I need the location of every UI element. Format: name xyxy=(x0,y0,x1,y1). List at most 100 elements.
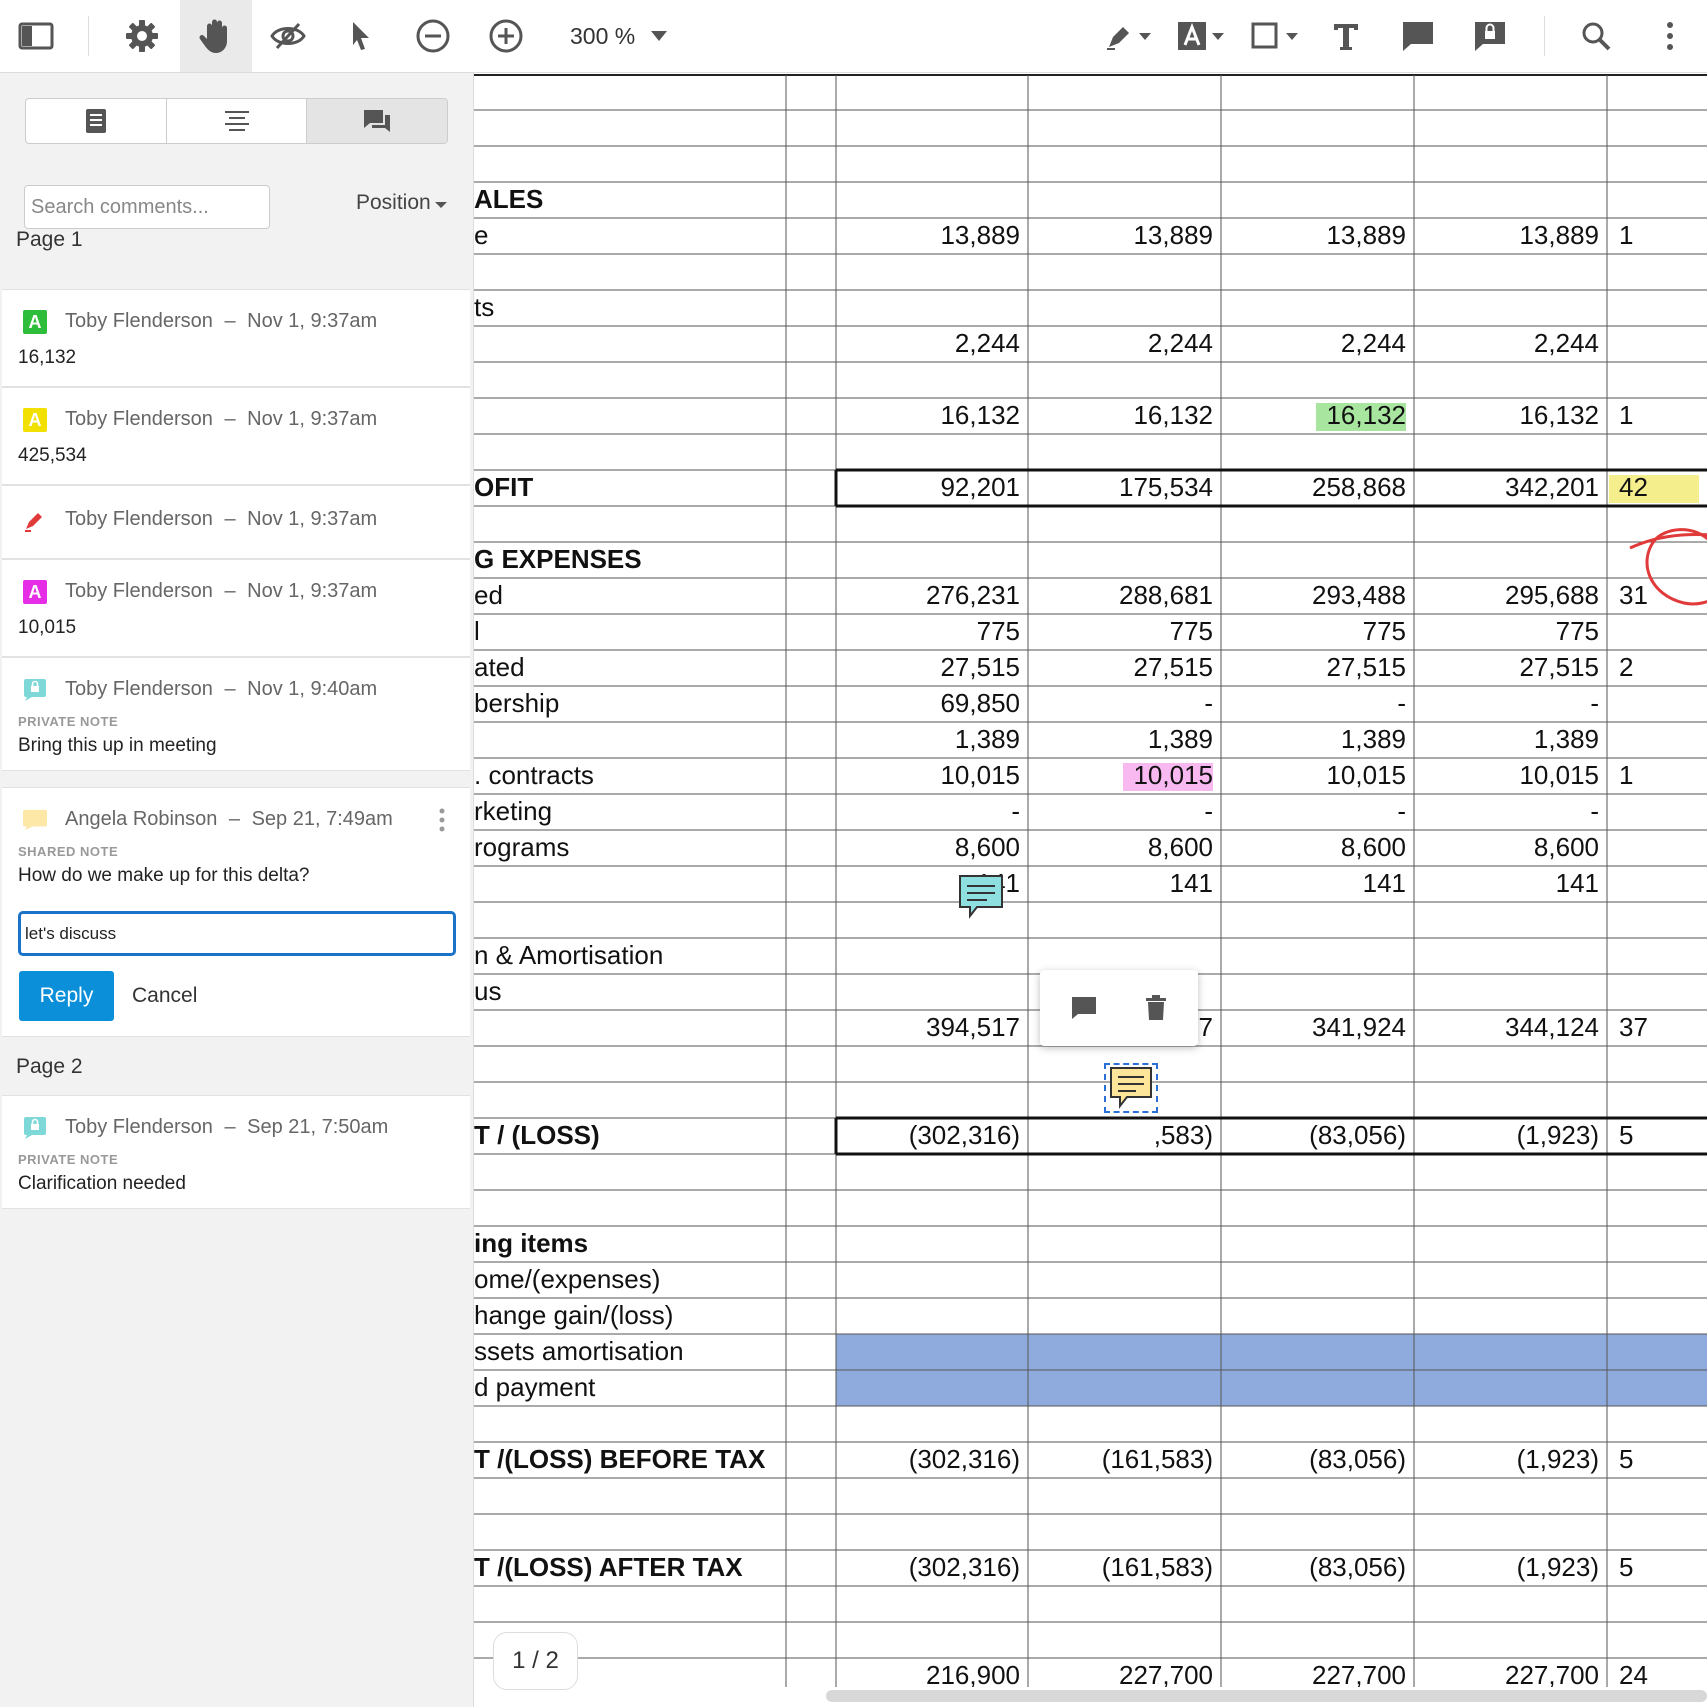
private-note-icon xyxy=(1475,22,1505,51)
cell-value: 341,924 xyxy=(1312,1012,1406,1042)
blue-fill-cell xyxy=(836,1334,1707,1370)
row-label: . contracts xyxy=(474,760,594,790)
document-viewport[interactable]: ALES e 13,889 13,889 13,889 13,889 1 ts 2,244 2,2… xyxy=(474,73,1707,1687)
cell-value: - xyxy=(1590,688,1599,718)
meta-separator: – xyxy=(228,808,241,830)
trash-icon xyxy=(1146,995,1166,1020)
thumbnails-icon xyxy=(85,109,106,133)
row-label: G EXPENSES xyxy=(474,544,642,574)
pen-icon xyxy=(1107,27,1151,50)
zoom-dropdown[interactable]: 300 % xyxy=(570,0,669,72)
spreadsheet-page: ALES e 13,889 13,889 13,889 13,889 1 ts 2,244 2,2… xyxy=(474,73,1707,1687)
tab-thumbnails[interactable] xyxy=(26,99,167,143)
cell-value: 16,132 xyxy=(1519,400,1599,430)
zoom-out-icon xyxy=(416,19,450,53)
sidebar-tabs xyxy=(25,98,448,144)
more-options-button[interactable] xyxy=(1640,0,1700,72)
cell-value: 10,015 xyxy=(1519,760,1599,790)
comment-author: Toby Flenderson xyxy=(65,678,213,700)
comment-card[interactable]: Toby Flenderson – Nov 1, 9:37am xyxy=(2,485,470,559)
ink-circle-annotation[interactable] xyxy=(1624,503,1707,613)
cell-value: 227,700 xyxy=(1505,1660,1599,1687)
text-highlight-button[interactable] xyxy=(1172,0,1232,72)
cell-value: 16,132 xyxy=(1326,400,1406,430)
cell-value: 13,889 xyxy=(1519,220,1599,250)
row-label: ed xyxy=(474,580,503,610)
annotation-popup xyxy=(1040,970,1198,1046)
active-comment-card[interactable]: Angela Robinson – Sep 21, 7:49am SHARED … xyxy=(2,787,470,1037)
zoom-in-button[interactable] xyxy=(470,0,542,72)
row-label: rketing xyxy=(474,796,553,826)
search-button[interactable] xyxy=(1566,0,1626,72)
comment-author: Angela Robinson xyxy=(65,808,218,830)
gear-icon xyxy=(126,20,158,52)
row-label: ssets amortisation xyxy=(474,1336,684,1366)
horizontal-scrollbar[interactable] xyxy=(826,1690,1707,1702)
note-annotation-icon[interactable] xyxy=(957,873,1005,921)
cell-value-partial: 5 xyxy=(1619,1444,1634,1474)
tab-comments[interactable] xyxy=(307,99,447,143)
search-comments-input[interactable] xyxy=(24,185,270,229)
text-tool-button[interactable] xyxy=(1316,0,1376,72)
comment-text: 16,132 xyxy=(18,347,77,368)
row-label: bership xyxy=(474,688,560,718)
cell-value: 775 xyxy=(1169,616,1213,646)
comment-text: Bring this up in meeting xyxy=(18,735,217,756)
cell-value: 2,244 xyxy=(1340,328,1406,358)
shared-note-annotation-icon[interactable] xyxy=(1108,1065,1154,1111)
comment-meta: Toby Flenderson – Nov 1, 9:37am xyxy=(65,310,377,333)
reply-button[interactable]: Reply xyxy=(19,971,114,1021)
cell-value-partial: 5 xyxy=(1619,1120,1634,1150)
meta-separator: – xyxy=(224,508,236,530)
meta-separator: – xyxy=(224,678,236,700)
comment-time: Nov 1, 9:40am xyxy=(247,678,378,700)
cell-value-partial: 1 xyxy=(1619,220,1634,250)
cell-value: 8,600 xyxy=(1147,832,1213,862)
zoom-out-button[interactable] xyxy=(397,0,469,72)
cell-value: 13,889 xyxy=(940,220,1020,250)
private-note-button[interactable] xyxy=(1460,0,1520,72)
comment-options-icon[interactable] xyxy=(438,808,446,832)
cell-value: 344,124 xyxy=(1505,1012,1599,1042)
row-label: ome/(expenses) xyxy=(474,1264,661,1294)
cell-value: 775 xyxy=(976,616,1020,646)
delete-annotation-button[interactable] xyxy=(1140,992,1172,1024)
cell-value: - xyxy=(1397,796,1406,826)
pan-tool-button[interactable] xyxy=(180,0,252,72)
settings-button[interactable] xyxy=(106,0,178,72)
comment-time: Nov 1, 9:37am xyxy=(247,310,378,332)
comment-tool-button[interactable] xyxy=(1388,0,1448,72)
comment-card[interactable]: A Toby Flenderson – Nov 1, 9:37am 16,132 xyxy=(2,289,470,387)
page-group-label: Page 1 xyxy=(16,228,83,251)
comment-card[interactable]: A Toby Flenderson – Nov 1, 9:37am 10,015 xyxy=(2,559,470,657)
rectangle-tool-button[interactable] xyxy=(1246,0,1306,72)
sort-dropdown[interactable]: Position xyxy=(356,191,447,215)
comments-icon xyxy=(364,110,391,132)
text-tool-icon xyxy=(1334,24,1358,50)
cell-value: 10,015 xyxy=(1326,760,1406,790)
tab-outline[interactable] xyxy=(167,99,308,143)
cancel-button[interactable]: Cancel xyxy=(126,971,203,1021)
cell-value: 2,244 xyxy=(1533,328,1599,358)
toolbar: 300 % xyxy=(0,0,1707,73)
comment-time: Sep 21, 7:50am xyxy=(247,1116,389,1138)
comment-meta: Angela Robinson – Sep 21, 7:49am xyxy=(65,808,393,831)
cell-value: 227,700 xyxy=(1119,1660,1213,1687)
row-label: ated xyxy=(474,652,525,682)
pointer-icon xyxy=(353,22,369,50)
comment-card[interactable]: A Toby Flenderson – Nov 1, 9:37am 425,53… xyxy=(2,387,470,485)
comment-time: Nov 1, 9:37am xyxy=(247,580,378,602)
cell-value: 1,389 xyxy=(1533,724,1599,754)
pen-tool-button[interactable] xyxy=(1100,0,1160,72)
add-comment-button[interactable] xyxy=(1068,992,1100,1024)
view-tool-button[interactable] xyxy=(252,0,324,72)
comment-card[interactable]: Toby Flenderson – Nov 1, 9:40am PRIVATE … xyxy=(2,657,470,771)
comment-card[interactable]: Toby Flenderson – Sep 21, 7:50am PRIVATE… xyxy=(2,1095,470,1209)
private-note-icon xyxy=(24,679,46,701)
cell-value: - xyxy=(1590,796,1599,826)
reply-input[interactable] xyxy=(18,911,456,956)
sidebar-toggle-button[interactable] xyxy=(0,0,72,72)
cell-value: ,583) xyxy=(1153,1120,1213,1150)
cell-value: (161,583) xyxy=(1101,1444,1213,1474)
select-tool-button[interactable] xyxy=(324,0,396,72)
